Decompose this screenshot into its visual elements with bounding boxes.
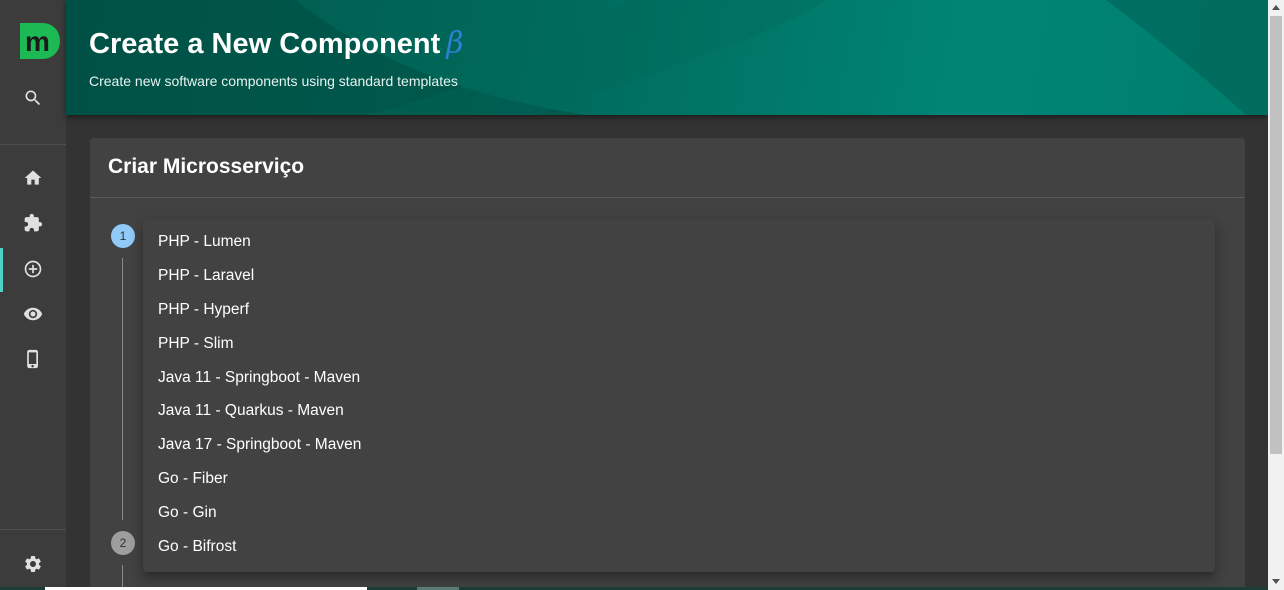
sidebar-divider xyxy=(0,529,66,530)
home-icon[interactable] xyxy=(21,166,45,190)
settings-icon[interactable] xyxy=(21,552,45,576)
scroll-thumb[interactable] xyxy=(1270,16,1282,454)
eye-icon[interactable] xyxy=(21,302,45,326)
menu-item-php-hyperf[interactable]: PHP - Hyperf xyxy=(143,293,1215,327)
menu-item-go-bifrost[interactable]: Go - Bifrost xyxy=(143,530,1215,564)
puzzle-icon[interactable] xyxy=(21,211,45,235)
menu-item-java17-springboot[interactable]: Java 17 - Springboot - Maven xyxy=(143,428,1215,462)
page-scrollbar[interactable] xyxy=(1268,0,1284,590)
menu-item-go-gin[interactable]: Go - Gin xyxy=(143,496,1215,530)
beta-badge: β xyxy=(446,26,464,61)
logo-icon: m xyxy=(20,23,60,59)
add-circle-icon[interactable] xyxy=(21,257,45,281)
scroll-up-icon[interactable] xyxy=(1272,5,1280,10)
scroll-down-icon[interactable] xyxy=(1272,579,1280,584)
page-title-text: Create a New Component xyxy=(89,28,441,60)
step-2-indicator: 2 xyxy=(111,531,135,555)
card-title: Criar Microsserviço xyxy=(108,155,305,178)
page-header: Create a New Component β Create new soft… xyxy=(66,0,1268,115)
step-1-indicator: 1 xyxy=(111,224,135,248)
sidebar-divider xyxy=(0,144,66,145)
menu-item-java11-springboot[interactable]: Java 11 - Springboot - Maven xyxy=(143,361,1215,395)
menu-item-php-slim[interactable]: PHP - Slim xyxy=(143,327,1215,361)
search-icon[interactable] xyxy=(21,86,45,110)
active-indicator xyxy=(0,248,3,292)
menu-item-php-lumen[interactable]: PHP - Lumen xyxy=(143,225,1215,259)
page-subtitle: Create new software components using sta… xyxy=(89,73,458,89)
mobile-icon[interactable] xyxy=(21,347,45,371)
step-connector xyxy=(122,258,123,520)
svg-text:m: m xyxy=(25,26,50,57)
page-title: Create a New Component β xyxy=(89,26,464,61)
card-divider xyxy=(90,197,1245,198)
menu-item-php-laravel[interactable]: PHP - Laravel xyxy=(143,259,1215,293)
logo[interactable]: m xyxy=(20,23,60,59)
menu-item-go-fiber[interactable]: Go - Fiber xyxy=(143,462,1215,496)
sidebar: m xyxy=(0,0,66,590)
menu-item-java11-quarkus[interactable]: Java 11 - Quarkus - Maven xyxy=(143,394,1215,428)
template-dropdown-menu: PHP - Lumen PHP - Laravel PHP - Hyperf P… xyxy=(143,219,1215,572)
